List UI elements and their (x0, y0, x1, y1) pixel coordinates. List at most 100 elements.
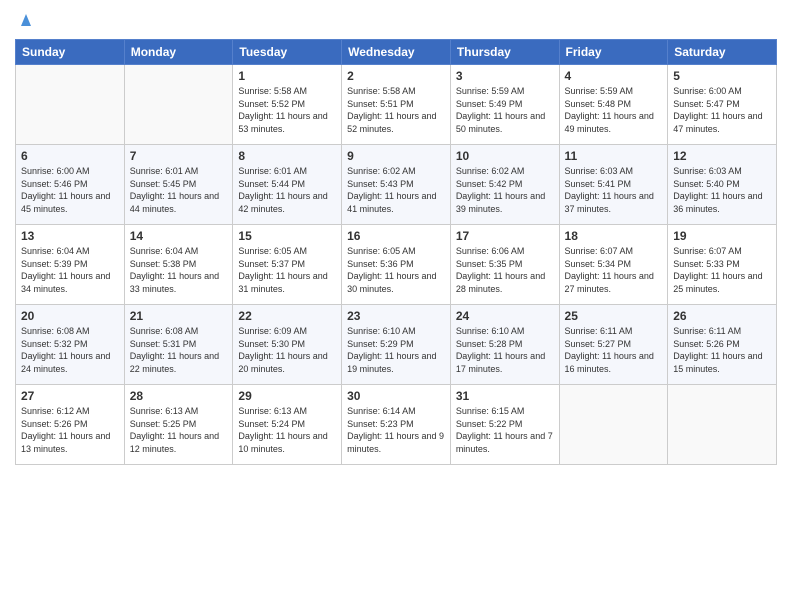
day-info: Sunrise: 6:01 AM Sunset: 5:45 PM Dayligh… (130, 165, 228, 215)
day-info: Sunrise: 6:02 AM Sunset: 5:42 PM Dayligh… (456, 165, 554, 215)
calendar-cell: 6 Sunrise: 6:00 AM Sunset: 5:46 PM Daylig… (16, 145, 125, 225)
day-info: Sunrise: 6:13 AM Sunset: 5:24 PM Dayligh… (238, 405, 336, 455)
calendar-cell: 25Sunrise: 6:11 AM Sunset: 5:27 PM Dayli… (559, 305, 668, 385)
calendar-cell: 15 Sunrise: 6:05 AM Sunset: 5:37 PM Dayli… (233, 225, 342, 305)
logo (15, 10, 35, 33)
calendar-cell: 17 Sunrise: 6:06 AM Sunset: 5:35 PM Dayli… (450, 225, 559, 305)
day-number: 16 (347, 229, 445, 243)
calendar-table: SundayMondayTuesdayWednesdayThursdayFrid… (15, 39, 777, 465)
calendar-cell: 14 Sunrise: 6:04 AM Sunset: 5:38 PM Dayli… (124, 225, 233, 305)
day-info: Sunrise: 6:00 AM Sunset: 5:46 PM Dayligh… (21, 165, 119, 215)
calendar-cell: 9 Sunrise: 6:02 AM Sunset: 5:43 PM Daylig… (342, 145, 451, 225)
day-number: 22 (238, 309, 336, 323)
day-number: 13 (21, 229, 119, 243)
calendar-cell: 10 Sunrise: 6:02 AM Sunset: 5:42 PM Dayli… (450, 145, 559, 225)
day-number: 29 (238, 389, 336, 403)
day-number: 15 (238, 229, 336, 243)
calendar-cell: 29 Sunrise: 6:13 AM Sunset: 5:24 PM Dayli… (233, 385, 342, 465)
day-info: Sunrise: 6:08 AM Sunset: 5:32 PM Dayligh… (21, 325, 119, 375)
day-info: Sunrise: 6:06 AM Sunset: 5:35 PM Dayligh… (456, 245, 554, 295)
day-info: Sunrise: 6:08 AM Sunset: 5:31 PM Dayligh… (130, 325, 228, 375)
day-info: Sunrise: 6:09 AM Sunset: 5:30 PM Dayligh… (238, 325, 336, 375)
calendar-header-friday: Friday (559, 40, 668, 65)
calendar-cell: 21 Sunrise: 6:08 AM Sunset: 5:31 PM Dayli… (124, 305, 233, 385)
day-info: Sunrise: 5:58 AM Sunset: 5:51 PM Dayligh… (347, 85, 445, 135)
day-number: 19 (673, 229, 771, 243)
day-number: 20 (21, 309, 119, 323)
day-number: 6 (21, 149, 119, 163)
calendar-cell (668, 385, 777, 465)
calendar-cell (124, 65, 233, 145)
day-number: 25 (565, 309, 663, 323)
day-info: Sunrise: 5:59 AM Sunset: 5:49 PM Dayligh… (456, 85, 554, 135)
day-number: 23 (347, 309, 445, 323)
day-info: Sunrise: 6:03 AM Sunset: 5:41 PM Dayligh… (565, 165, 663, 215)
day-info: Sunrise: 6:10 AM Sunset: 5:28 PM Dayligh… (456, 325, 554, 375)
day-number: 14 (130, 229, 228, 243)
calendar-cell: 8 Sunrise: 6:01 AM Sunset: 5:44 PM Daylig… (233, 145, 342, 225)
calendar-cell: 26 Sunrise: 6:11 AM Sunset: 5:26 PM Dayli… (668, 305, 777, 385)
calendar-header-wednesday: Wednesday (342, 40, 451, 65)
day-number: 30 (347, 389, 445, 403)
day-info: Sunrise: 6:02 AM Sunset: 5:43 PM Dayligh… (347, 165, 445, 215)
calendar-week-4: 20 Sunrise: 6:08 AM Sunset: 5:32 PM Dayli… (16, 305, 777, 385)
calendar-cell: 18 Sunrise: 6:07 AM Sunset: 5:34 PM Dayli… (559, 225, 668, 305)
calendar-cell: 19Sunrise: 6:07 AM Sunset: 5:33 PM Dayli… (668, 225, 777, 305)
day-number: 31 (456, 389, 554, 403)
calendar-cell: 11 Sunrise: 6:03 AM Sunset: 5:41 PM Dayli… (559, 145, 668, 225)
day-info: Sunrise: 5:58 AM Sunset: 5:52 PM Dayligh… (238, 85, 336, 135)
calendar-week-3: 13 Sunrise: 6:04 AM Sunset: 5:39 PM Dayli… (16, 225, 777, 305)
calendar-cell: 20 Sunrise: 6:08 AM Sunset: 5:32 PM Dayli… (16, 305, 125, 385)
calendar-cell: 30 Sunrise: 6:14 AM Sunset: 5:23 PM Dayli… (342, 385, 451, 465)
day-number: 18 (565, 229, 663, 243)
header (15, 10, 777, 33)
day-info: Sunrise: 6:04 AM Sunset: 5:39 PM Dayligh… (21, 245, 119, 295)
calendar-cell: 31 Sunrise: 6:15 AM Sunset: 5:22 PM Dayli… (450, 385, 559, 465)
day-number: 28 (130, 389, 228, 403)
calendar-cell: 24Sunrise: 6:10 AM Sunset: 5:28 PM Dayli… (450, 305, 559, 385)
day-info: Sunrise: 6:05 AM Sunset: 5:36 PM Dayligh… (347, 245, 445, 295)
day-info: Sunrise: 6:01 AM Sunset: 5:44 PM Dayligh… (238, 165, 336, 215)
calendar-cell: 2Sunrise: 5:58 AM Sunset: 5:51 PM Daylig… (342, 65, 451, 145)
logo-icon (17, 10, 35, 28)
calendar-cell (559, 385, 668, 465)
day-info: Sunrise: 6:11 AM Sunset: 5:26 PM Dayligh… (673, 325, 771, 375)
day-info: Sunrise: 6:03 AM Sunset: 5:40 PM Dayligh… (673, 165, 771, 215)
day-info: Sunrise: 6:07 AM Sunset: 5:34 PM Dayligh… (565, 245, 663, 295)
day-number: 27 (21, 389, 119, 403)
day-number: 26 (673, 309, 771, 323)
day-info: Sunrise: 6:00 AM Sunset: 5:47 PM Dayligh… (673, 85, 771, 135)
calendar-cell: 12Sunrise: 6:03 AM Sunset: 5:40 PM Dayli… (668, 145, 777, 225)
calendar-week-5: 27 Sunrise: 6:12 AM Sunset: 5:26 PM Dayli… (16, 385, 777, 465)
day-number: 9 (347, 149, 445, 163)
calendar-header-tuesday: Tuesday (233, 40, 342, 65)
calendar-header-thursday: Thursday (450, 40, 559, 65)
day-info: Sunrise: 6:04 AM Sunset: 5:38 PM Dayligh… (130, 245, 228, 295)
day-info: Sunrise: 6:12 AM Sunset: 5:26 PM Dayligh… (21, 405, 119, 455)
day-number: 5 (673, 69, 771, 83)
day-info: Sunrise: 6:15 AM Sunset: 5:22 PM Dayligh… (456, 405, 554, 455)
day-info: Sunrise: 5:59 AM Sunset: 5:48 PM Dayligh… (565, 85, 663, 135)
day-info: Sunrise: 6:14 AM Sunset: 5:23 PM Dayligh… (347, 405, 445, 455)
day-number: 4 (565, 69, 663, 83)
calendar-cell: 28Sunrise: 6:13 AM Sunset: 5:25 PM Dayli… (124, 385, 233, 465)
day-number: 1 (238, 69, 336, 83)
day-number: 21 (130, 309, 228, 323)
calendar-cell: 22 Sunrise: 6:09 AM Sunset: 5:30 PM Dayli… (233, 305, 342, 385)
day-info: Sunrise: 6:05 AM Sunset: 5:37 PM Dayligh… (238, 245, 336, 295)
calendar-week-2: 6 Sunrise: 6:00 AM Sunset: 5:46 PM Daylig… (16, 145, 777, 225)
day-number: 17 (456, 229, 554, 243)
day-number: 11 (565, 149, 663, 163)
calendar-header-row: SundayMondayTuesdayWednesdayThursdayFrid… (16, 40, 777, 65)
page-container: SundayMondayTuesdayWednesdayThursdayFrid… (0, 0, 792, 470)
calendar-cell: 7Sunrise: 6:01 AM Sunset: 5:45 PM Daylig… (124, 145, 233, 225)
calendar-cell: 5 Sunrise: 6:00 AM Sunset: 5:47 PM Daylig… (668, 65, 777, 145)
calendar-header-monday: Monday (124, 40, 233, 65)
calendar-cell: 3 Sunrise: 5:59 AM Sunset: 5:49 PM Daylig… (450, 65, 559, 145)
calendar-cell: 4 Sunrise: 5:59 AM Sunset: 5:48 PM Daylig… (559, 65, 668, 145)
day-number: 3 (456, 69, 554, 83)
calendar-cell: 27 Sunrise: 6:12 AM Sunset: 5:26 PM Dayli… (16, 385, 125, 465)
day-number: 10 (456, 149, 554, 163)
calendar-week-1: 1 Sunrise: 5:58 AM Sunset: 5:52 PM Daylig… (16, 65, 777, 145)
day-number: 8 (238, 149, 336, 163)
